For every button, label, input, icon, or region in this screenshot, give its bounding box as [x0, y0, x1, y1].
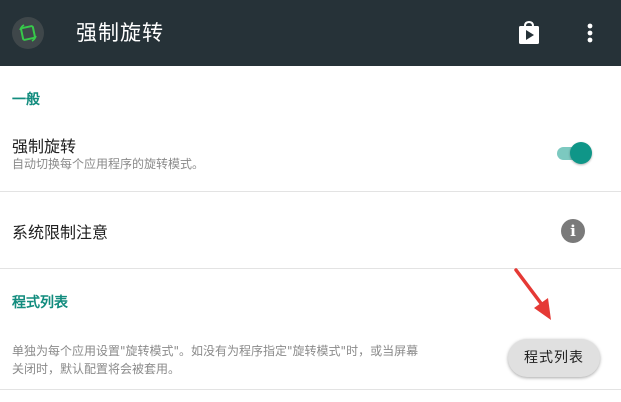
- app-list-button[interactable]: 程式列表: [508, 339, 600, 377]
- app-list-summary-line1: 单独为每个应用设置"旋转模式"。如没有为程序指定"旋转模式"时，或当屏幕: [12, 344, 419, 358]
- toggle-thumb: [570, 142, 592, 164]
- force-rotation-title: 强制旋转: [12, 137, 77, 156]
- system-limits-title: 系统限制注意: [12, 223, 109, 242]
- app-bar: 强制旋转: [0, 0, 621, 66]
- app-list-summary-line2: 关闭时，默认配置将会被套用。: [12, 362, 181, 376]
- play-store-icon[interactable]: [516, 20, 542, 46]
- divider: [0, 191, 621, 192]
- annotation-arrow-icon: [514, 268, 551, 320]
- app-title: 强制旋转: [76, 21, 164, 45]
- section-header-general: 一般: [12, 92, 40, 108]
- more-options-icon[interactable]: [580, 20, 600, 46]
- divider: [0, 389, 621, 390]
- force-rotation-toggle[interactable]: [555, 141, 593, 165]
- force-rotation-summary: 自动切换每个应用程序的旋转模式。: [12, 157, 205, 171]
- section-header-app-list: 程式列表: [12, 295, 68, 311]
- rotate-app-icon: [12, 17, 44, 49]
- info-icon[interactable]: i: [561, 219, 585, 243]
